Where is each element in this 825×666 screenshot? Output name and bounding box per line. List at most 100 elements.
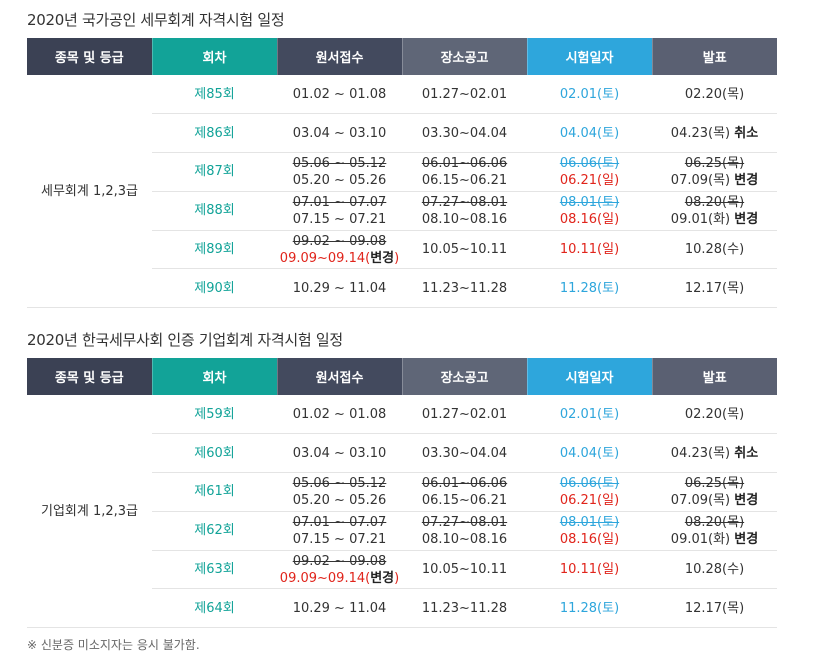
apply-value: 07.15 ~ 07.21 <box>292 211 387 227</box>
place-line: 08.10~08.16 <box>402 531 527 548</box>
apply-line: 07.15 ~ 07.21 <box>277 531 402 548</box>
apply-value: 07.15 ~ 07.21 <box>292 531 387 547</box>
apply-cell: 07.01 ~ 07.07 07.15 ~ 07.21 <box>277 511 402 551</box>
result-value: 04.23(목) <box>670 445 731 461</box>
apply-cell: 10.29 ~ 11.04 <box>277 588 402 629</box>
exam-cell: 02.01(토) <box>527 395 652 435</box>
exam-type-cell: 세무회계 1,2,3급 <box>27 75 152 309</box>
result-value: 09.01(화) <box>670 211 731 227</box>
place-line: 07.27~08.01 <box>402 194 527 211</box>
apply-cell: 07.01 ~ 07.07 07.15 ~ 07.21 <box>277 191 402 231</box>
place-cell: 07.27~08.01 08.10~08.16 <box>402 191 527 231</box>
exam-value: 08.16(일) <box>559 531 620 547</box>
apply-value: 07.01 ~ 07.07 <box>292 514 387 530</box>
result-note: 변경 <box>734 492 759 508</box>
apply-value: 05.06 ~ 05.12 <box>292 475 387 491</box>
place-line: 06.15~06.21 <box>402 172 527 189</box>
exam-line: 06.06(토) <box>527 155 652 172</box>
exam-line: 10.11(일) <box>527 561 652 578</box>
place-value: 08.10~08.16 <box>421 211 508 227</box>
exam-value: 04.04(토) <box>559 445 620 461</box>
exam-line: 11.28(토) <box>527 600 652 617</box>
result-value: 09.01(화) <box>670 531 731 547</box>
header-type: 종목 및 등급 <box>27 38 152 75</box>
result-cell: 04.23(목) 취소 <box>652 113 777 154</box>
exam-line: 08.16(일) <box>527 211 652 228</box>
exam-value: 06.21(일) <box>559 172 620 188</box>
place-cell: 06.01~06.06 06.15~06.21 <box>402 152 527 192</box>
exam-value: 06.06(토) <box>559 475 620 491</box>
place-line: 03.30~04.04 <box>402 445 527 462</box>
round-cell: 제88회 <box>152 191 277 231</box>
apply-line: 05.20 ~ 05.26 <box>277 492 402 509</box>
result-value: 10.28(수) <box>684 242 745 258</box>
exam-value: 08.01(토) <box>559 194 620 210</box>
exam-line: 02.01(토) <box>527 86 652 103</box>
apply-value: 01.02 ~ 01.08 <box>292 86 387 102</box>
apply-value: 09.02 ~ 09.08 <box>292 553 387 569</box>
apply-value: 09.09~09.14( <box>279 250 371 266</box>
exam-value: 10.11(일) <box>559 562 620 578</box>
section-title-corporate: 2020년 한국세무사회 인증 기업회계 자격시험 일정 <box>27 331 343 349</box>
result-line: 04.23(목) 취소 <box>652 125 777 142</box>
result-line: 02.20(목) <box>652 406 777 423</box>
result-note: 변경 <box>734 531 759 547</box>
header-place: 장소공고 <box>401 38 527 75</box>
place-cell: 07.27~08.01 08.10~08.16 <box>402 511 527 551</box>
exam-cell: 11.28(토) <box>527 588 652 629</box>
place-cell: 03.30~04.04 <box>402 113 527 154</box>
place-line: 07.27~08.01 <box>402 514 527 531</box>
result-cell: 12.17(목) <box>652 588 777 629</box>
exam-line: 02.01(토) <box>527 406 652 423</box>
header-exam: 시험일자 <box>526 38 652 75</box>
apply-line: 09.09~09.14(변경) <box>277 570 402 587</box>
place-cell: 10.05~10.11 <box>402 550 527 590</box>
round-cell: 제59회 <box>152 395 277 435</box>
section-title-tax: 2020년 국가공인 세무회계 자격시험 일정 <box>27 11 285 29</box>
changed-label: 변경 <box>370 570 395 586</box>
header-round: 회차 <box>151 38 277 75</box>
result-note: 취소 <box>734 125 759 141</box>
apply-cell: 03.04 ~ 03.10 <box>277 433 402 474</box>
result-value: 08.20(목) <box>684 514 745 530</box>
apply-cell: 05.06 ~ 05.12 05.20 ~ 05.26 <box>277 472 402 512</box>
result-value: 10.28(수) <box>684 562 745 578</box>
header-type: 종목 및 등급 <box>27 358 152 395</box>
exam-value: 11.28(토) <box>559 280 620 296</box>
result-note: 취소 <box>734 445 759 461</box>
result-value: 07.09(목) <box>670 492 731 508</box>
round-cell: 제86회 <box>152 113 277 154</box>
apply-value: 09.02 ~ 09.08 <box>292 233 387 249</box>
exam-cell: 10.11(일) <box>527 230 652 270</box>
exam-value: 08.01(토) <box>559 514 620 530</box>
place-line: 08.10~08.16 <box>402 211 527 228</box>
result-value: 12.17(목) <box>684 600 745 616</box>
exam-line: 11.28(토) <box>527 280 652 297</box>
table-header-row: 종목 및 등급 회차 원서접수 장소공고 시험일자 발표 <box>27 38 777 75</box>
header-result: 발표 <box>651 358 777 395</box>
apply-line: 07.15 ~ 07.21 <box>277 211 402 228</box>
apply-line: 05.06 ~ 05.12 <box>277 475 402 492</box>
apply-line: 09.09~09.14(변경) <box>277 250 402 267</box>
apply-value: 03.04 ~ 03.10 <box>292 445 387 461</box>
place-value: 06.01~06.06 <box>421 475 508 491</box>
result-line: 10.28(수) <box>652 561 777 578</box>
round-cell: 제63회 <box>152 550 277 590</box>
exam-cell: 08.01(토) 08.16(일) <box>527 191 652 231</box>
place-cell: 01.27~02.01 <box>402 395 527 435</box>
apply-value: 05.06 ~ 05.12 <box>292 155 387 171</box>
result-cell: 08.20(목) 09.01(화) 변경 <box>652 191 777 231</box>
place-line: 11.23~11.28 <box>402 600 527 617</box>
place-value: 10.05~10.11 <box>421 242 508 258</box>
exam-value: 06.21(일) <box>559 492 620 508</box>
result-value: 02.20(목) <box>684 86 745 102</box>
exam-cell: 08.01(토) 08.16(일) <box>527 511 652 551</box>
exam-cell: 04.04(토) <box>527 113 652 154</box>
apply-value: 10.29 ~ 11.04 <box>292 600 387 616</box>
place-cell: 03.30~04.04 <box>402 433 527 474</box>
place-line: 10.05~10.11 <box>402 241 527 258</box>
apply-value: 01.02 ~ 01.08 <box>292 406 387 422</box>
result-cell: 04.23(목) 취소 <box>652 433 777 474</box>
apply-line: 09.02 ~ 09.08 <box>277 553 402 570</box>
result-line: 07.09(목) 변경 <box>652 492 777 509</box>
